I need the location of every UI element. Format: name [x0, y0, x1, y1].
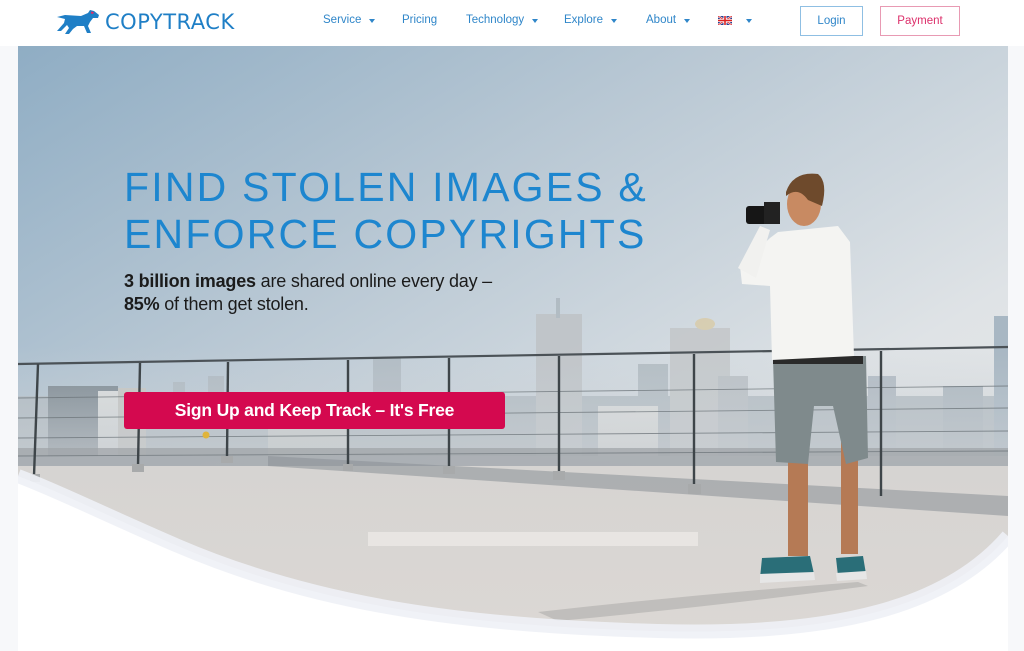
dog-logo-icon — [57, 10, 99, 34]
hero-photo — [18, 46, 1008, 632]
payment-button[interactable]: Payment — [880, 6, 960, 36]
caret-down-icon — [532, 18, 539, 23]
nav-label: Pricing — [402, 14, 438, 26]
subtitle-text-1: are shared online every day – — [255, 271, 493, 291]
caret-down-icon — [611, 18, 617, 23]
nav-label: Technology — [466, 14, 525, 26]
nav-item-technology[interactable]: Technology — [466, 14, 539, 26]
hero-title-line1: FIND STOLEN IMAGES & — [124, 164, 648, 210]
stat-percent: 85% — [124, 294, 160, 314]
hero-background-image — [18, 46, 1008, 639]
uk-flag-icon — [718, 16, 732, 25]
nav-item-explore[interactable]: Explore — [564, 14, 617, 26]
nav-item-service[interactable]: Service — [323, 14, 376, 26]
hero-title: FIND STOLEN IMAGES & ENFORCE COPYRIGHTS — [124, 164, 744, 258]
stat-images: 3 billion images — [124, 271, 256, 291]
nav-label: Explore — [564, 14, 603, 26]
hero-subtitle: 3 billion images are shared online every… — [124, 270, 564, 316]
nav-label: Service — [323, 14, 362, 26]
copytrack-logo[interactable]: COPYTRACK — [55, 7, 235, 37]
nav-label: About — [646, 14, 677, 26]
caret-down-icon — [684, 18, 691, 23]
language-selector[interactable] — [718, 16, 752, 25]
caret-down-icon — [369, 18, 376, 23]
hero-title-line2: ENFORCE COPYRIGHTS — [124, 211, 647, 257]
signup-cta-button[interactable]: Sign Up and Keep Track – It's Free — [124, 392, 505, 429]
nav-item-pricing[interactable]: Pricing — [402, 14, 437, 26]
site-header: COPYTRACK Service Pricing Technology Exp… — [0, 0, 1024, 46]
caret-down-icon — [746, 19, 752, 23]
subtitle-text-2: of them get stolen. — [159, 294, 309, 314]
login-button[interactable]: Login — [800, 6, 863, 36]
logo-text: COPYTRACK — [105, 10, 235, 34]
nav-item-about[interactable]: About — [646, 14, 691, 26]
hero-section: FIND STOLEN IMAGES & ENFORCE COPYRIGHTS … — [18, 46, 1008, 651]
